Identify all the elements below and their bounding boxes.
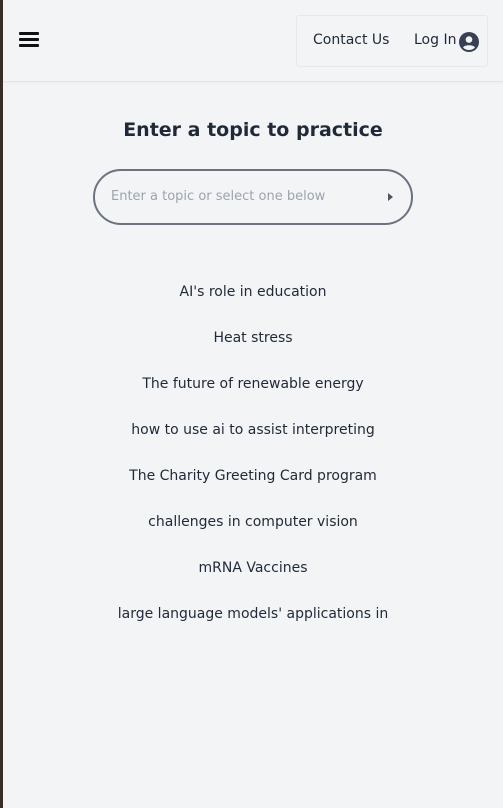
- menu-bar-top: [19, 32, 39, 35]
- hamburger-menu-icon[interactable]: [19, 31, 39, 49]
- topic-search-box: [93, 169, 413, 225]
- topic-item[interactable]: large language models' applications in: [3, 606, 503, 652]
- app-window: Contact Us Log In Enter a topic to pract…: [3, 0, 503, 808]
- menu-bar-middle: [19, 38, 39, 41]
- topic-item[interactable]: mRNA Vaccines: [3, 560, 503, 606]
- topic-item[interactable]: AI's role in education: [3, 284, 503, 330]
- menu-bar-bottom: [19, 44, 39, 47]
- topic-item[interactable]: challenges in computer vision: [3, 514, 503, 560]
- topic-input[interactable]: [111, 184, 361, 208]
- user-circle-icon[interactable]: [459, 32, 479, 52]
- caret-right-icon[interactable]: [388, 193, 393, 201]
- nav-links: Contact Us Log In: [296, 15, 488, 67]
- contact-us-link[interactable]: Contact Us: [313, 32, 389, 48]
- page-title: Enter a topic to practice: [123, 119, 383, 141]
- topic-item[interactable]: The Charity Greeting Card program: [3, 468, 503, 514]
- topic-item[interactable]: how to use ai to assist interpreting: [3, 422, 503, 468]
- top-navbar: Contact Us Log In: [3, 0, 503, 82]
- topic-item[interactable]: The future of renewable energy: [3, 376, 503, 422]
- suggested-topics-list: AI's role in education Heat stress The f…: [3, 284, 503, 652]
- log-in-link[interactable]: Log In: [414, 32, 456, 48]
- topic-item[interactable]: Heat stress: [3, 330, 503, 376]
